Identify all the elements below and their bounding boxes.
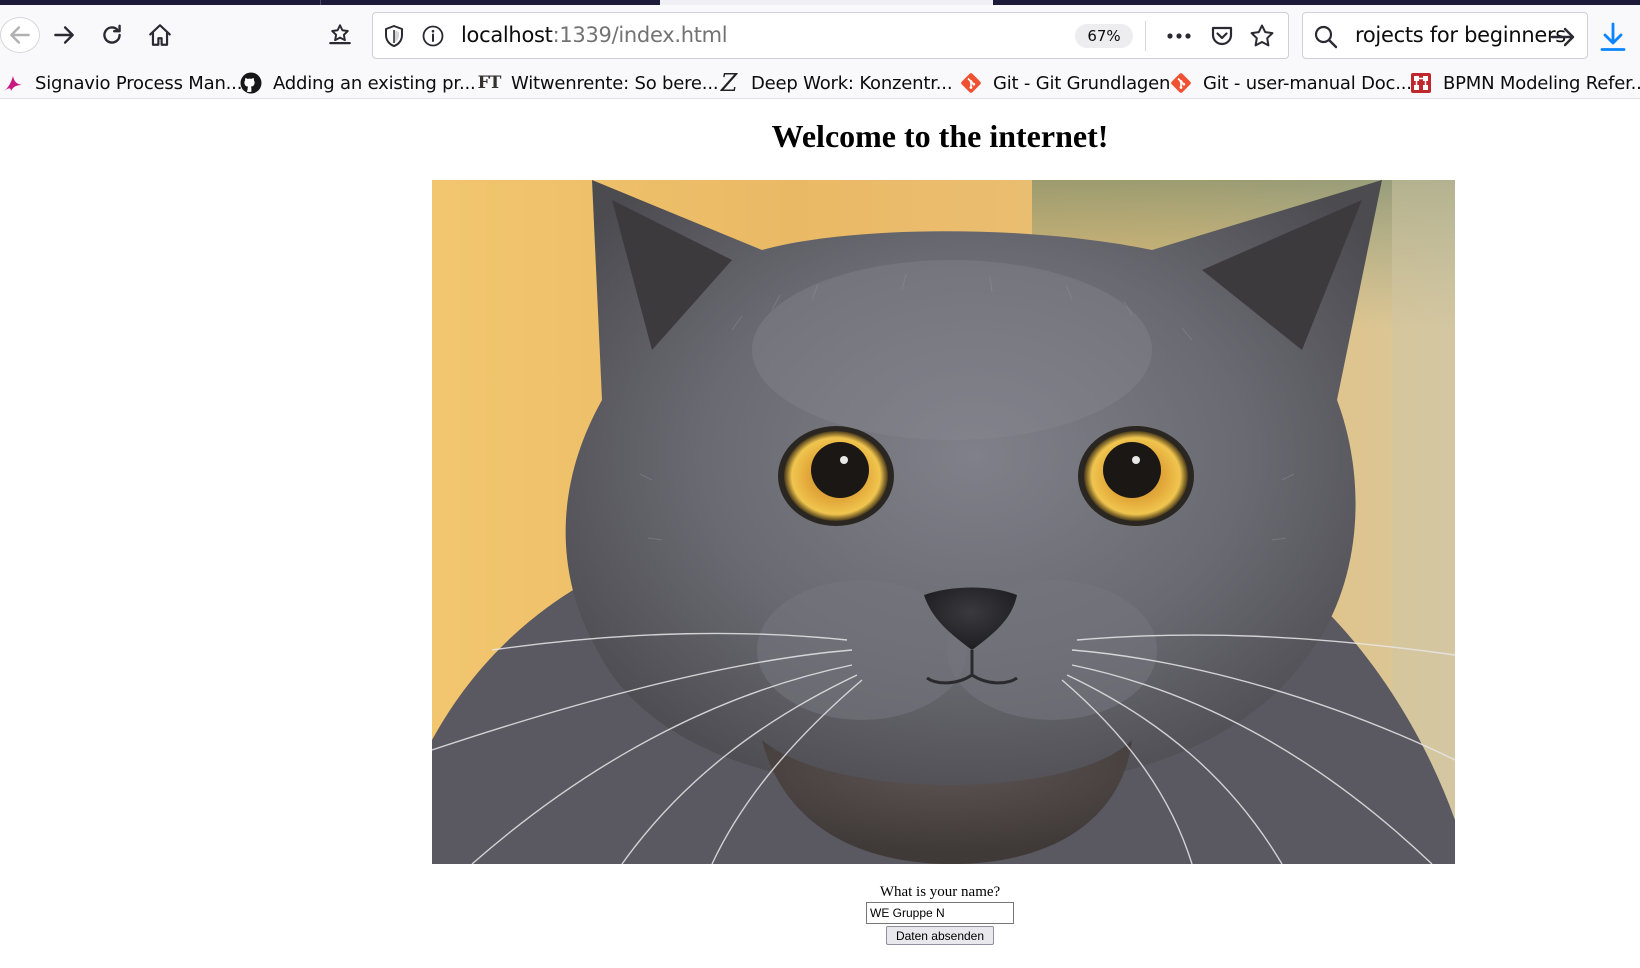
- arrow-left-icon: [10, 26, 30, 44]
- bookmark-item[interactable]: Git - user-manual Doc...: [1170, 69, 1412, 97]
- bookmark-page-button[interactable]: [322, 17, 358, 53]
- url-separator: [1145, 21, 1146, 51]
- bookmark-label: Git - Git Grundlagen: [993, 72, 1171, 94]
- page-title: Welcome to the internet!: [771, 118, 1109, 154]
- search-icon: [1314, 25, 1338, 49]
- name-input[interactable]: [866, 902, 1014, 924]
- zeit-icon: Z: [720, 69, 738, 97]
- bookmark-item[interactable]: FT Witwenrente: So bere...: [477, 69, 719, 97]
- bookmark-label: Signavio Process Man...: [35, 72, 243, 94]
- arrow-right-icon[interactable]: [1549, 24, 1577, 50]
- url-text[interactable]: localhost:1339/index.html: [461, 23, 728, 47]
- bookmark-label: BPMN Modeling Refer...: [1443, 72, 1640, 94]
- zoom-indicator[interactable]: 67%: [1075, 24, 1133, 48]
- git-icon: [1170, 72, 1192, 94]
- submit-button[interactable]: Daten absenden: [885, 926, 995, 945]
- shield-icon[interactable]: [383, 24, 405, 48]
- bookmark-label: Deep Work: Konzentr...: [751, 72, 953, 94]
- name-label: What is your name?: [879, 884, 1001, 900]
- arrow-right-icon: [54, 26, 74, 44]
- star-tray-icon: [329, 24, 351, 45]
- home-button[interactable]: [142, 17, 178, 53]
- more-actions-icon[interactable]: [1163, 24, 1195, 48]
- bookmark-item[interactable]: Z Deep Work: Konzentr...: [718, 69, 953, 97]
- download-icon[interactable]: [1598, 21, 1628, 53]
- github-icon: [240, 72, 262, 94]
- bookmark-item[interactable]: Signavio Process Man...: [2, 69, 242, 97]
- bookmark-label: Adding an existing pr...: [273, 72, 476, 94]
- cat-photo: [432, 180, 1455, 864]
- search-input[interactable]: rojects for beginners: [1355, 23, 1566, 47]
- search-bar[interactable]: rojects for beginners: [1302, 12, 1588, 59]
- name-form: What is your name? Daten absenden: [860, 884, 1020, 945]
- forward-button[interactable]: [46, 17, 82, 53]
- bookmark-item[interactable]: BPMN Modeling Refer...: [1410, 69, 1640, 97]
- reload-icon: [103, 24, 121, 44]
- ft-icon: FT: [477, 73, 502, 93]
- reload-button[interactable]: [94, 17, 130, 53]
- url-host: localhost: [461, 23, 553, 47]
- back-button[interactable]: [0, 17, 40, 53]
- git-icon: [960, 72, 982, 94]
- star-icon[interactable]: [1249, 23, 1275, 49]
- url-bar[interactable]: localhost:1339/index.html 67%: [372, 12, 1289, 59]
- info-icon[interactable]: [421, 24, 445, 48]
- home-icon: [149, 24, 171, 46]
- page-content: Welcome to the internet! What is your na…: [0, 100, 1640, 968]
- url-path: :1339/index.html: [552, 23, 728, 47]
- bookmark-label: Git - user-manual Doc...: [1203, 72, 1412, 94]
- bookmark-label: Witwenrente: So bere...: [511, 72, 719, 94]
- bookmark-item[interactable]: Git - Git Grundlagen: [960, 69, 1170, 97]
- bookmark-item[interactable]: Adding an existing pr...: [240, 69, 476, 97]
- bpmn-icon: [1410, 72, 1432, 94]
- navigation-toolbar: localhost:1339/index.html 67% rojects fo…: [0, 5, 1640, 67]
- bookmarks-toolbar: Signavio Process Man... Adding an existi…: [0, 67, 1640, 99]
- pocket-icon[interactable]: [1209, 23, 1235, 49]
- signavio-icon: [2, 72, 24, 94]
